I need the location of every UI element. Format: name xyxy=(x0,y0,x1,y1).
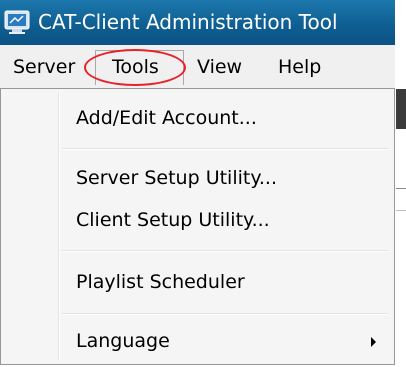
menu-item-label: Client Setup Utility... xyxy=(76,209,270,231)
menu-item-server-setup-utility[interactable]: Server Setup Utility... xyxy=(5,160,390,196)
background-window-divider xyxy=(396,188,406,189)
computer-monitor-icon xyxy=(4,10,30,34)
menu-server[interactable]: Server xyxy=(13,55,75,79)
window-title: CAT-Client Administration Tool xyxy=(38,10,338,34)
menu-item-label: Playlist Scheduler xyxy=(76,271,245,293)
menu-bar: Server Tools View Help xyxy=(0,45,395,91)
chevron-right-icon xyxy=(371,337,376,347)
menu-item-label: Language xyxy=(76,330,170,352)
background-window-edge xyxy=(395,0,406,367)
menu-item-add-edit-account[interactable]: Add/Edit Account... xyxy=(5,100,390,136)
menu-item-label: Server Setup Utility... xyxy=(76,167,277,189)
background-window-divider-2 xyxy=(396,210,406,211)
menu-separator xyxy=(62,250,388,252)
title-bar[interactable]: CAT-Client Administration Tool xyxy=(0,0,395,45)
menu-item-language[interactable]: Language xyxy=(5,323,390,359)
tools-dropdown-menu: Add/Edit Account... Server Setup Utility… xyxy=(0,88,395,365)
menu-separator xyxy=(62,148,388,150)
menu-tools[interactable]: Tools xyxy=(112,55,159,79)
app-window: CAT-Client Administration Tool Server To… xyxy=(0,0,406,367)
menu-item-playlist-scheduler[interactable]: Playlist Scheduler xyxy=(5,264,390,300)
background-window-detail xyxy=(396,89,406,129)
menu-view[interactable]: View xyxy=(197,55,242,79)
menu-separator xyxy=(62,313,388,315)
menu-help[interactable]: Help xyxy=(278,55,321,79)
menu-item-client-setup-utility[interactable]: Client Setup Utility... xyxy=(5,202,390,238)
menu-item-label: Add/Edit Account... xyxy=(76,107,257,129)
